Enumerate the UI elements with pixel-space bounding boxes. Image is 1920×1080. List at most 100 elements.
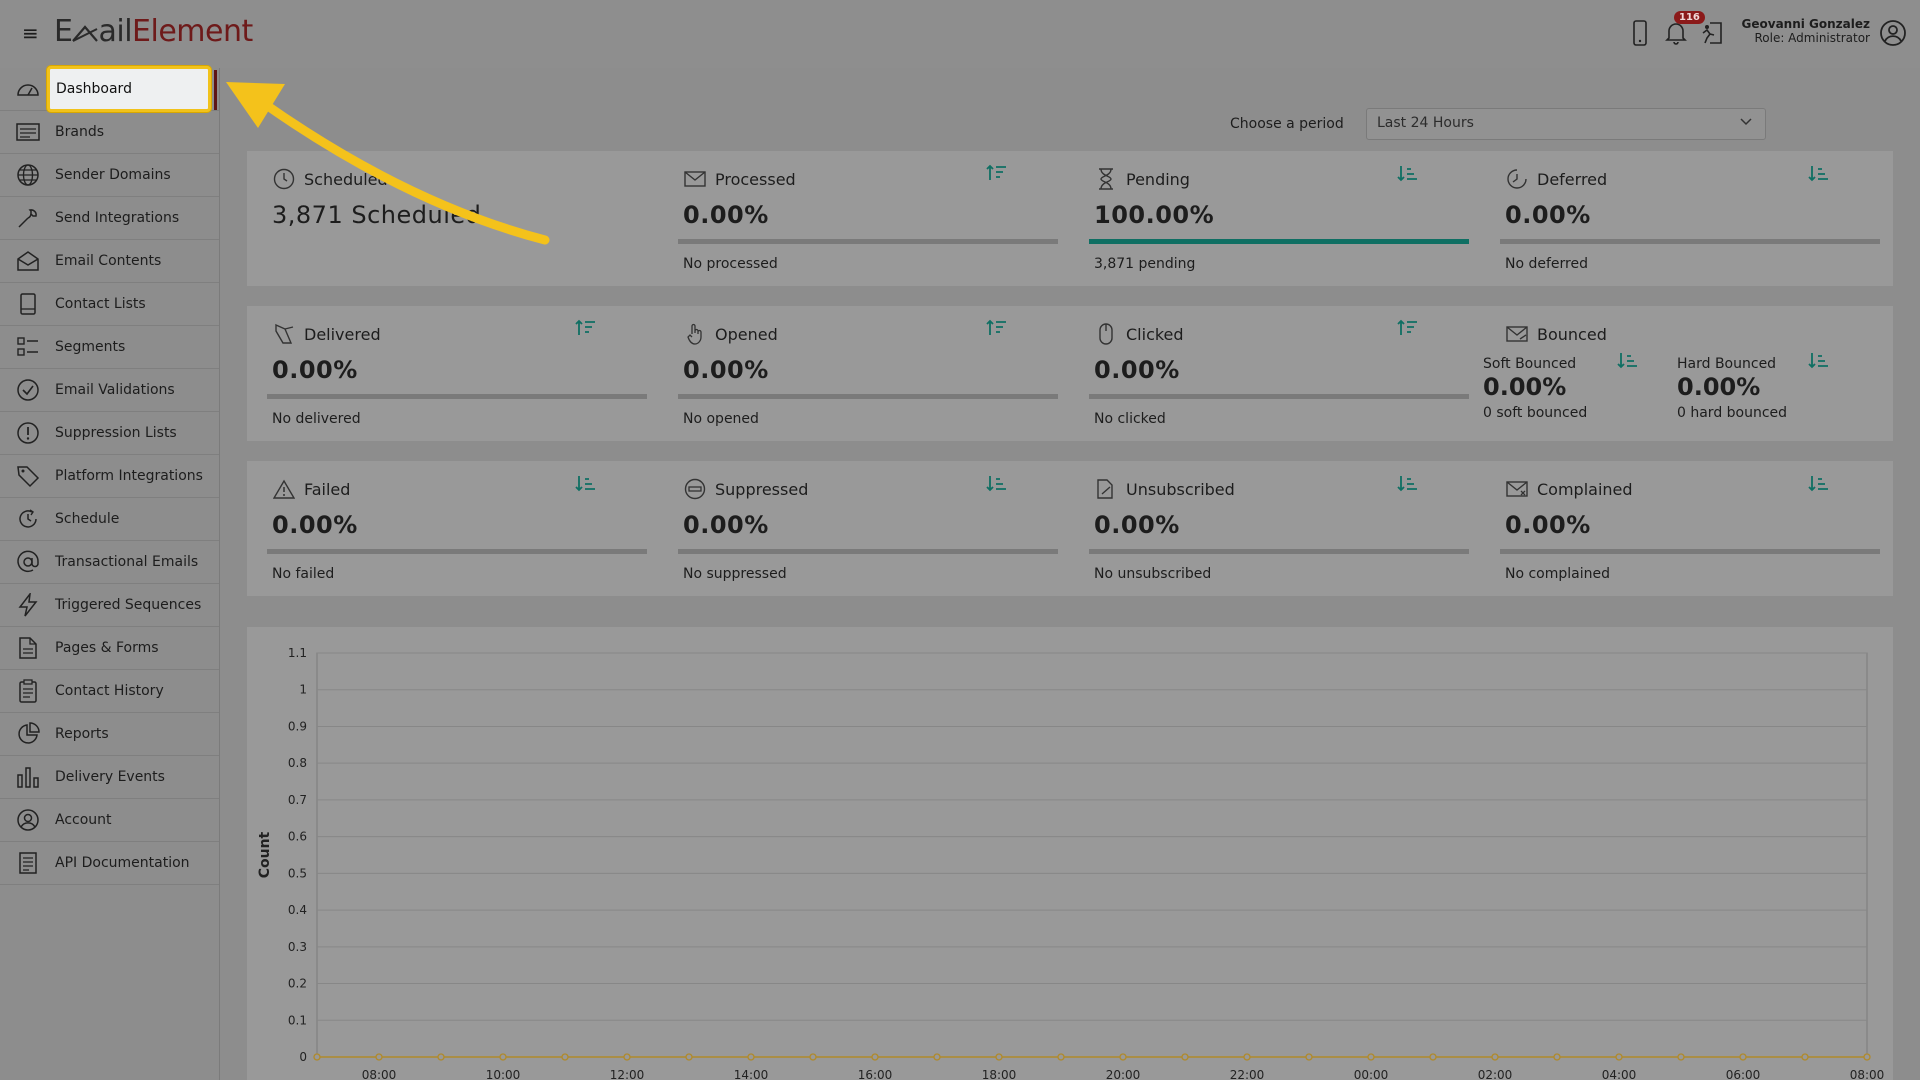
- sidebar-item-label: Delivery Events: [55, 769, 165, 785]
- sidebar-item-contact-lists[interactable]: Contact Lists: [0, 283, 219, 326]
- sidebar-item-send-integrations[interactable]: Send Integrations: [0, 197, 219, 240]
- card-title-text: Opened: [715, 324, 778, 344]
- count-chart-panel: 0 0.1 0.2 0.3 0.4 0.5 0.6 0.7 0.8 0.9 1 1.1 Count 08:…: [247, 627, 1893, 1080]
- card-title-text: Delivered: [304, 324, 381, 344]
- period-select[interactable]: Last 24 Hours: [1366, 108, 1766, 140]
- processed-title: Processed: [683, 167, 796, 191]
- delivered-title: Delivered: [272, 322, 381, 346]
- sidebar-item-reports[interactable]: Reports: [0, 713, 219, 756]
- sidebar-item-contact-history[interactable]: Contact History: [0, 670, 219, 713]
- suppressed-title: Suppressed: [683, 477, 808, 501]
- sort-ascending-icon[interactable]: [574, 318, 598, 342]
- data-point: [1305, 1053, 1313, 1061]
- unsubscribed-value: 0.00%: [1094, 511, 1180, 539]
- data-point: [1491, 1053, 1499, 1061]
- top-header: ≡ EailElement 116 Geovanni Gonzalez Role…: [0, 0, 1920, 68]
- sort-descending-icon[interactable]: [985, 473, 1009, 497]
- sort-descending-icon[interactable]: [1396, 163, 1420, 187]
- sidebar-item-suppression-lists[interactable]: Suppression Lists: [0, 412, 219, 455]
- logo-text-element: Element: [132, 14, 253, 49]
- card-title-text: Bounced: [1537, 324, 1607, 344]
- exclamation-circle-icon: [14, 419, 42, 447]
- menu-icon[interactable]: ≡: [22, 22, 42, 44]
- sidebar-item-brands[interactable]: Brands: [0, 111, 219, 154]
- failed-title: Failed: [272, 477, 350, 501]
- sidebar-item-schedule[interactable]: Schedule: [0, 498, 219, 541]
- plot-frame: [316, 652, 1868, 1058]
- clicked-sub: No clicked: [1094, 411, 1166, 427]
- tag-icon: [14, 462, 42, 490]
- clicked-progress-bar: [1089, 394, 1469, 399]
- avatar-icon[interactable]: [1878, 18, 1908, 48]
- bell-icon[interactable]: 116: [1662, 11, 1705, 47]
- sidebar-item-dashboard[interactable]: Dashboard: [0, 66, 219, 112]
- delivered-progress-bar: [267, 394, 647, 399]
- data-point: [1863, 1053, 1871, 1061]
- sidebar-item-pages-forms[interactable]: Pages & Forms: [0, 627, 219, 670]
- user-info[interactable]: Geovanni Gonzalez Role: Administrator: [1730, 17, 1870, 45]
- pending-progress-bar: [1089, 239, 1469, 244]
- sort-descending-icon[interactable]: [574, 473, 598, 497]
- sidebar-item-email-contents[interactable]: Email Contents: [0, 240, 219, 283]
- file-icon: [14, 634, 42, 662]
- soft-bounced-block: Soft Bounced 0.00% 0 soft bounced: [1483, 356, 1673, 421]
- sidebar-item-sender-domains[interactable]: Sender Domains: [0, 154, 219, 197]
- app-logo[interactable]: EailElement: [54, 14, 253, 49]
- complained-progress-bar: [1500, 549, 1880, 554]
- sidebar-item-label: Schedule: [55, 511, 120, 527]
- opened-sub: No opened: [683, 411, 759, 427]
- sort-descending-icon[interactable]: [1807, 473, 1831, 497]
- sidebar-item-account[interactable]: Account: [0, 799, 219, 842]
- sidebar-item-label: Pages & Forms: [55, 640, 159, 656]
- scheduled-card: Scheduled 3,871 Scheduled: [247, 151, 658, 286]
- sidebar-item-label: Triggered Sequences: [55, 597, 202, 613]
- data-point: [1429, 1053, 1437, 1061]
- sidebar-item-label: API Documentation: [55, 855, 190, 871]
- sidebar-item-platform-integrations[interactable]: Platform Integrations: [0, 455, 219, 498]
- deferred-progress-bar: [1500, 239, 1880, 244]
- y-tick-label: 0.8: [288, 756, 307, 770]
- sidebar-item-transactional-emails[interactable]: Transactional Emails: [0, 541, 219, 584]
- deferred-value: 0.00%: [1505, 201, 1591, 229]
- hard-bounced-label: Hard Bounced: [1677, 356, 1777, 372]
- sort-descending-icon[interactable]: [1396, 473, 1420, 497]
- data-point: [1553, 1053, 1561, 1061]
- sort-ascending-icon[interactable]: [1396, 318, 1420, 342]
- main-content: Choose a period Last 24 Hours Scheduled …: [220, 68, 1920, 1080]
- deferred-sub: No deferred: [1505, 256, 1588, 272]
- sort-descending-icon[interactable]: [1807, 350, 1831, 374]
- period-label: Choose a period: [1230, 116, 1344, 132]
- unsubscribed-card: Unsubscribed 0.00% No unsubscribed: [1069, 461, 1480, 596]
- failed-value: 0.00%: [272, 511, 358, 539]
- sort-descending-icon[interactable]: [1807, 163, 1831, 187]
- sidebar-item-api-documentation[interactable]: API Documentation: [0, 842, 219, 885]
- sidebar-item-delivery-events[interactable]: Delivery Events: [0, 756, 219, 799]
- data-point: [747, 1053, 755, 1061]
- sidebar-item-label: Transactional Emails: [55, 554, 199, 570]
- data-point: [1243, 1053, 1251, 1061]
- data-point: [623, 1053, 631, 1061]
- data-point: [561, 1053, 569, 1061]
- card-title-text: Pending: [1126, 169, 1190, 189]
- sidebar: Dashboard Brands Sender Domains Send Int…: [0, 66, 220, 1080]
- clock-history-icon: [1505, 167, 1529, 191]
- sort-ascending-icon[interactable]: [985, 163, 1009, 187]
- sort-ascending-icon[interactable]: [985, 318, 1009, 342]
- data-point: [933, 1053, 941, 1061]
- mobile-icon[interactable]: [1626, 19, 1654, 47]
- sidebar-item-segments[interactable]: Segments: [0, 326, 219, 369]
- envelope-x-icon: [1505, 477, 1529, 501]
- sidebar-item-triggered-sequences[interactable]: Triggered Sequences: [0, 584, 219, 627]
- sidebar-item-email-validations[interactable]: Email Validations: [0, 369, 219, 412]
- y-tick-label: 0.1: [288, 1013, 307, 1027]
- logo-text-e: E: [54, 14, 73, 49]
- delivered-sub: No delivered: [272, 411, 361, 427]
- sort-descending-icon[interactable]: [1616, 350, 1640, 374]
- logout-runner-icon[interactable]: [1698, 19, 1726, 47]
- stats-row-2: Delivered 0.00% No delivered Opened 0.00…: [247, 306, 1893, 441]
- bounced-card: Bounced Soft Bounced 0.00% 0 soft bounce…: [1480, 306, 1891, 441]
- card-title-text: Clicked: [1126, 324, 1184, 344]
- scheduled-value: 3,871 Scheduled: [272, 201, 482, 229]
- lightning-icon: [14, 591, 42, 619]
- wrench-icon: [14, 204, 42, 232]
